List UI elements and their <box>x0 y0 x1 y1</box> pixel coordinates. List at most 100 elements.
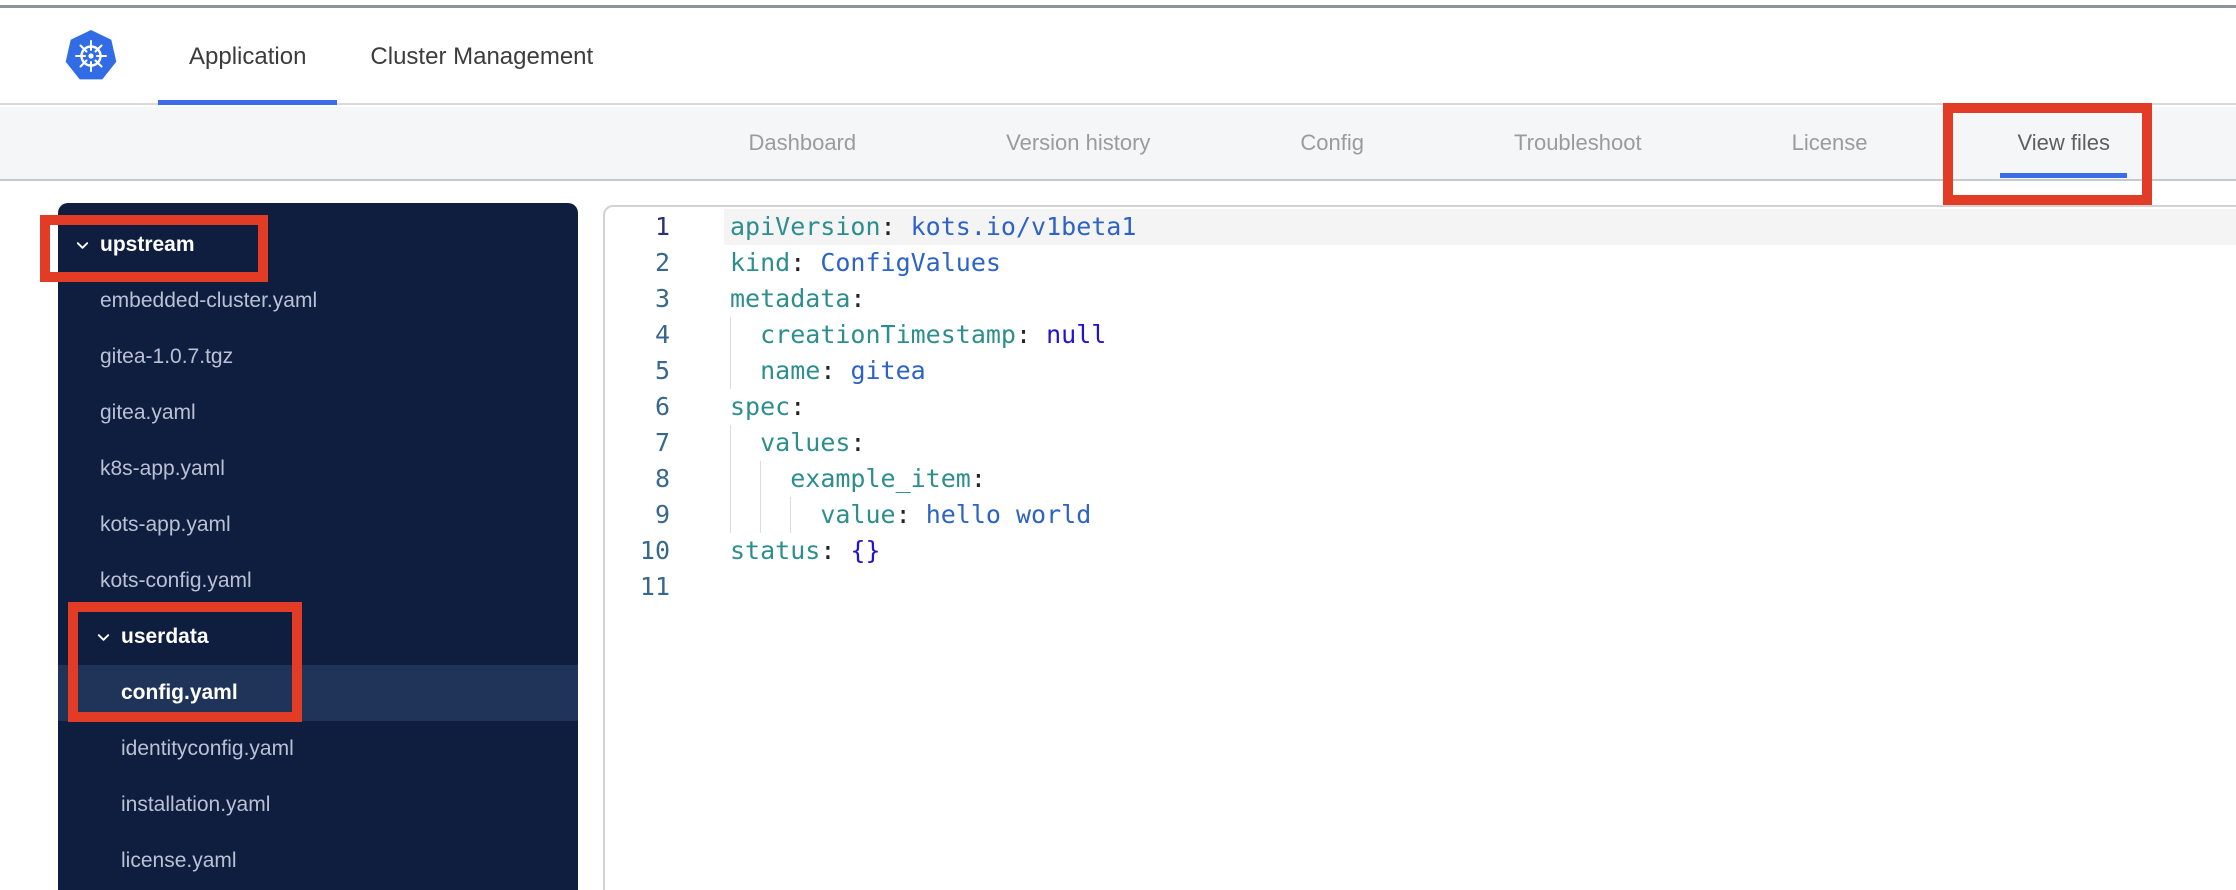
indent-guide <box>730 425 731 461</box>
token-atom: null <box>1046 320 1107 349</box>
token-punct: : <box>895 500 926 529</box>
nav-tab-view-files[interactable]: View files <box>2000 106 2127 180</box>
token-punct: : <box>850 284 866 313</box>
line-number: 7 <box>654 428 670 457</box>
token-key: values <box>760 428 851 457</box>
token-key: status <box>730 536 821 565</box>
tree-file-k8s-app-yaml[interactable]: k8s-app.yaml <box>58 441 578 497</box>
tree-folder-upstream[interactable]: upstream <box>58 217 578 273</box>
indent-guide <box>790 497 792 533</box>
file-label: installation.yaml <box>121 793 271 816</box>
token-key: creationTimestamp <box>760 320 1016 349</box>
code-line-content: creationTimestamp: null <box>724 317 2236 353</box>
code-line-content: spec: <box>724 389 2236 425</box>
code-line-content <box>724 569 2236 605</box>
app-window: Application Cluster Management Dashboard V… <box>0 0 2236 890</box>
code-line-content: status: {} <box>724 533 2236 569</box>
line-number: 5 <box>654 356 670 385</box>
indent-guide <box>730 461 731 497</box>
tree-file-installation-yaml[interactable]: installation.yaml <box>58 777 578 833</box>
code-line: 5 name: gitea <box>605 353 2236 389</box>
line-number: 9 <box>654 500 670 529</box>
line-number: 10 <box>639 536 670 565</box>
token-atom: {} <box>850 536 881 565</box>
indent-guide <box>730 317 731 353</box>
code-line-content: kind: ConfigValues <box>724 245 2236 281</box>
kubernetes-logo-icon <box>65 30 117 80</box>
line-number: 3 <box>654 284 670 313</box>
token-punct <box>730 320 760 349</box>
code-line: 1 apiVersion: kots.io/v1beta1 <box>605 209 2236 245</box>
tree-file-kots-app-yaml[interactable]: kots-app.yaml <box>58 497 578 553</box>
token-punct: : <box>790 392 806 421</box>
token-str: kots.io/v1beta1 <box>910 212 1137 241</box>
tree-file-kots-config-yaml[interactable]: kots-config.yaml <box>58 553 578 609</box>
file-label: embedded-cluster.yaml <box>100 289 318 312</box>
file-label: gitea-1.0.7.tgz <box>100 345 234 368</box>
token-punct: : <box>880 212 911 241</box>
token-key: kind <box>730 248 791 277</box>
nav-tab-version-history[interactable]: Version history <box>1006 106 1150 180</box>
indent-guide <box>760 461 762 497</box>
code-line-content: value: hello world <box>724 497 2236 533</box>
file-label: kots-config.yaml <box>100 569 252 592</box>
header-tabs: Application Cluster Management <box>157 8 593 105</box>
token-punct: : <box>1015 320 1047 349</box>
code-line-content: metadata: <box>724 281 2236 317</box>
token-key: example_item <box>790 464 971 493</box>
code-line: 4 creationTimestamp: null <box>605 317 2236 353</box>
code-line-content: name: gitea <box>724 353 2236 389</box>
code-line: 7 values: <box>605 425 2236 461</box>
file-tree-sidebar: upstream embedded-cluster.yaml gitea-1.0.7… <box>58 203 578 890</box>
token-str: hello world <box>925 500 1092 529</box>
tree-file-gitea-1-0-7-tgz[interactable]: gitea-1.0.7.tgz <box>58 329 578 385</box>
token-punct: : <box>850 428 866 457</box>
code-line-content: example_item: <box>724 461 2236 497</box>
file-label: kots-app.yaml <box>100 513 231 536</box>
tree-file-identityconfig-yaml[interactable]: identityconfig.yaml <box>58 721 578 777</box>
file-label: k8s-app.yaml <box>100 457 225 480</box>
file-label: gitea.yaml <box>100 401 196 424</box>
nav-tab-troubleshoot[interactable]: Troubleshoot <box>1514 106 1642 180</box>
header-tab-cluster-management[interactable]: Cluster Management <box>370 8 593 105</box>
secondary-nav: Dashboard Version history Config Troublesho… <box>0 107 2236 181</box>
indent-guide <box>730 353 731 389</box>
nav-tab-config[interactable]: Config <box>1300 106 1364 180</box>
token-str: gitea <box>850 356 926 385</box>
token-key: name <box>760 356 821 385</box>
tree-file-embedded-cluster-yaml[interactable]: embedded-cluster.yaml <box>58 273 578 329</box>
token-key: spec <box>730 392 791 421</box>
indent-guide <box>730 497 731 533</box>
code-line-content: values: <box>724 425 2236 461</box>
line-number: 8 <box>654 464 670 493</box>
code-line: 11 <box>605 569 2236 605</box>
tree-file-gitea-yaml[interactable]: gitea.yaml <box>58 385 578 441</box>
line-number: 6 <box>654 392 670 421</box>
token-key: metadata <box>730 284 851 313</box>
token-punct <box>730 500 820 529</box>
folder-label: upstream <box>100 233 195 256</box>
token-punct: : <box>790 248 821 277</box>
line-number: 4 <box>654 320 670 349</box>
code-line: 10 status: {} <box>605 533 2236 569</box>
code-line: 3 metadata: <box>605 281 2236 317</box>
code-line: 9 value: hello world <box>605 497 2236 533</box>
code-line: 2 kind: ConfigValues <box>605 245 2236 281</box>
token-punct: : <box>820 356 851 385</box>
token-punct <box>730 356 760 385</box>
code-line-content: apiVersion: kots.io/v1beta1 <box>724 209 2236 245</box>
chevron-down-icon <box>97 633 110 641</box>
tree-folder-userdata[interactable]: userdata <box>58 609 578 665</box>
nav-tab-dashboard[interactable]: Dashboard <box>748 106 856 180</box>
file-viewer-panel[interactable]: 1 apiVersion: kots.io/v1beta1 2 kind: Confi… <box>603 205 2236 890</box>
header-tab-application[interactable]: Application <box>157 8 338 105</box>
code-editor: 1 apiVersion: kots.io/v1beta1 2 kind: Confi… <box>605 207 2236 605</box>
tree-file-license-yaml[interactable]: license.yaml <box>58 833 578 889</box>
app-header: Application Cluster Management <box>0 8 2236 105</box>
tree-file-config-yaml[interactable]: config.yaml <box>58 665 578 721</box>
chevron-down-icon <box>76 241 89 249</box>
nav-tab-license[interactable]: License <box>1792 106 1868 180</box>
token-key: value <box>820 500 896 529</box>
file-label: config.yaml <box>121 681 238 704</box>
file-label: identityconfig.yaml <box>121 737 294 760</box>
